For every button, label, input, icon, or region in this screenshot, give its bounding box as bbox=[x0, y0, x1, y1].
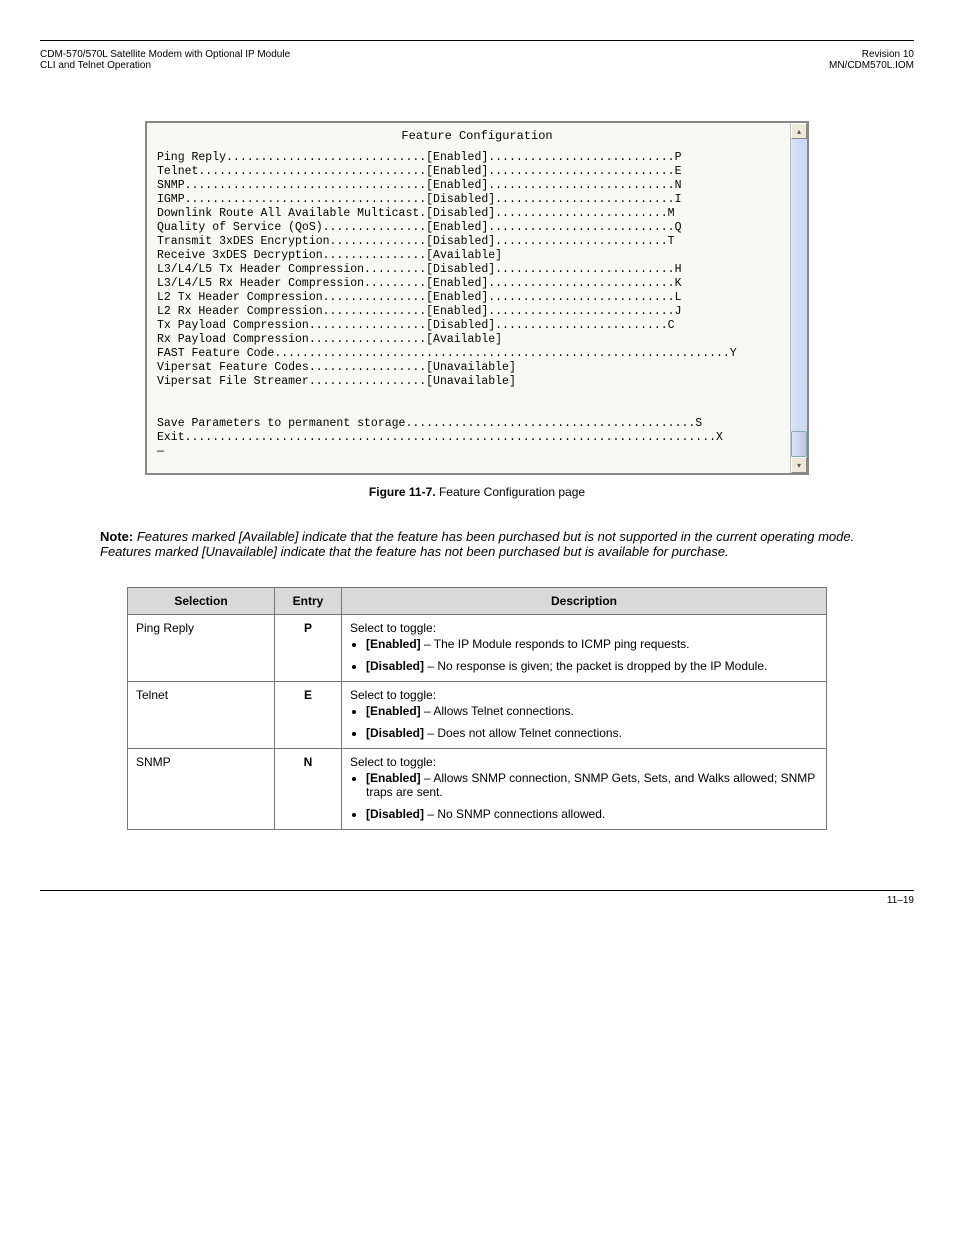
cell-description: Select to toggle:[Enabled] – Allows SNMP… bbox=[342, 749, 827, 830]
doc-title: CDM-570/570L Satellite Modem with Option… bbox=[40, 49, 290, 60]
cell-selection: SNMP bbox=[128, 749, 275, 830]
doc-rev: Revision 10 bbox=[862, 49, 914, 60]
scroll-down-icon[interactable]: ▾ bbox=[791, 457, 807, 473]
doc-section: CLI and Telnet Operation bbox=[40, 60, 151, 71]
screenshot-title: Feature Configuration bbox=[151, 125, 803, 147]
cell-description: Select to toggle:[Enabled] – Allows Teln… bbox=[342, 682, 827, 749]
table-row: SNMPNSelect to toggle:[Enabled] – Allows… bbox=[128, 749, 827, 830]
cell-entry: N bbox=[275, 749, 342, 830]
cell-selection: Ping Reply bbox=[128, 615, 275, 682]
table-header-row: Selection Entry Description bbox=[128, 588, 827, 615]
figure-caption: Figure 11-7. Feature Configuration page bbox=[40, 485, 914, 499]
screenshot-body: Ping Reply.............................[… bbox=[151, 147, 803, 469]
note: Note: Features marked [Available] indica… bbox=[100, 529, 874, 559]
cell-description: Select to toggle:[Enabled] – The IP Modu… bbox=[342, 615, 827, 682]
cell-entry: E bbox=[275, 682, 342, 749]
cell-selection: Telnet bbox=[128, 682, 275, 749]
scroll-track[interactable] bbox=[791, 139, 807, 433]
scroll-up-icon[interactable]: ▴ bbox=[791, 123, 807, 139]
table-row: TelnetESelect to toggle:[Enabled] – Allo… bbox=[128, 682, 827, 749]
doc-code: MN/CDM570L.IOM bbox=[829, 60, 914, 71]
feature-config-screenshot: ▴ ▾ Feature Configuration Ping Reply....… bbox=[145, 121, 809, 475]
scrollbar[interactable]: ▴ ▾ bbox=[790, 123, 807, 473]
cell-entry: P bbox=[275, 615, 342, 682]
scroll-thumb[interactable] bbox=[791, 431, 807, 457]
page-number: 11–19 bbox=[887, 895, 914, 906]
feature-table: Selection Entry Description Ping ReplyPS… bbox=[127, 587, 827, 830]
table-row: Ping ReplyPSelect to toggle:[Enabled] – … bbox=[128, 615, 827, 682]
